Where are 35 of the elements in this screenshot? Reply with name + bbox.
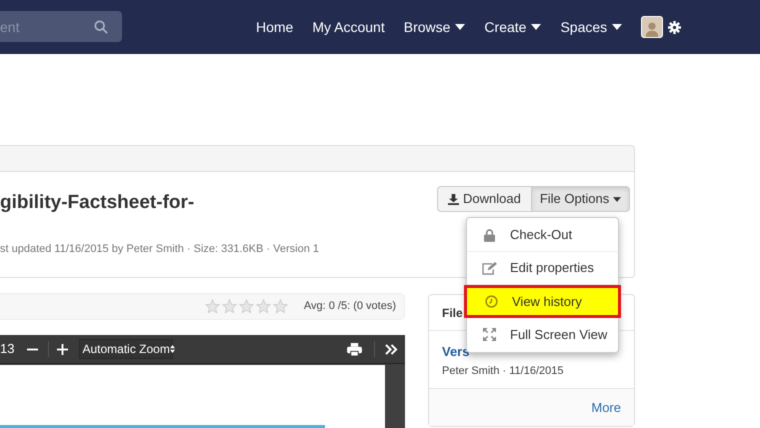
print-icon[interactable] [347, 342, 362, 356]
download-icon [448, 194, 459, 204]
file-meta: st updated 11/16/2015 by Peter Smith · Size: 331.6KB · Version 1 [0, 242, 319, 257]
download-button[interactable]: Download [437, 186, 532, 212]
rating-summary: Avg: 0 /5: (0 votes) [304, 299, 396, 314]
menu-item[interactable]: Full Screen View [467, 318, 618, 351]
zoom-in-icon[interactable] [57, 344, 68, 354]
double-chevron-icon[interactable] [385, 344, 398, 354]
search-icon [94, 20, 108, 34]
file-options-button[interactable]: File Options [532, 186, 630, 212]
caret-icon [531, 24, 542, 30]
nav-dropdown[interactable]: Browse [404, 16, 466, 38]
more-link[interactable]: More [591, 398, 621, 418]
zoom-select[interactable]: Automatic Zoom [79, 339, 173, 359]
search-field[interactable]: ent [0, 11, 122, 42]
nav-dropdown[interactable]: Create [484, 16, 542, 38]
nav-dropdown[interactable]: Spaces [560, 16, 622, 38]
select-arrows-icon [170, 345, 175, 353]
caret-icon [613, 196, 622, 202]
caret-icon [612, 24, 622, 30]
menu-item[interactable]: View history [464, 285, 621, 318]
menu-item[interactable]: Check-Out [467, 219, 618, 252]
file-title: gibility-Factsheet-for- [0, 191, 194, 215]
card-title: File [442, 304, 463, 322]
nav-link[interactable]: Home [256, 16, 294, 38]
nav-link[interactable]: My Account [312, 16, 385, 38]
expand-icon [482, 328, 497, 341]
caret-icon [455, 24, 466, 30]
settings-icon[interactable] [668, 20, 682, 34]
avatar[interactable] [641, 16, 664, 38]
edit-icon [482, 262, 497, 274]
lock-icon [482, 228, 497, 242]
author-date: Peter Smith · 11/16/2015 [442, 364, 564, 379]
clock-icon [484, 295, 499, 308]
page-count: 13 [0, 340, 14, 358]
